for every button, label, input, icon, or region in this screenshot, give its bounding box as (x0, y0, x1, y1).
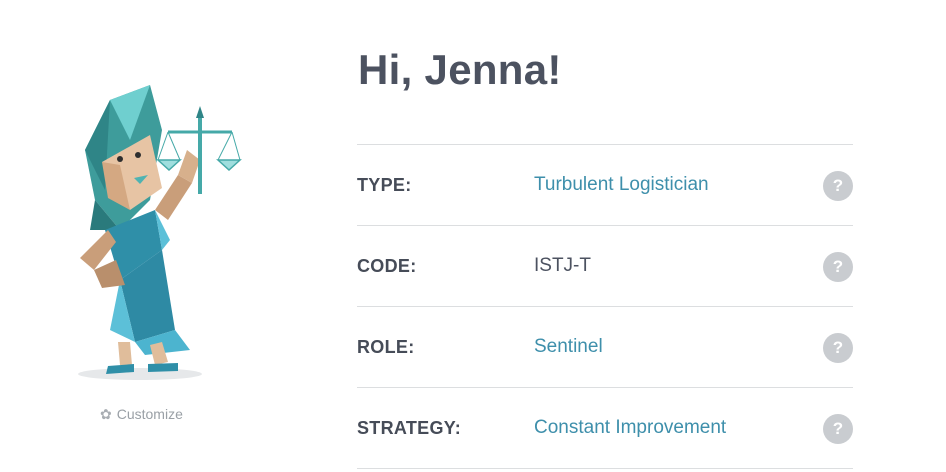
greeting-title: Hi, Jenna! (358, 46, 562, 93)
personality-table: TYPE: Turbulent Logistician ? CODE: ISTJ… (357, 144, 853, 469)
code-value: ISTJ-T (534, 255, 591, 276)
table-row-code: CODE: ISTJ-T ? (357, 226, 853, 307)
question-icon[interactable]: ? (823, 333, 853, 363)
row-label: CODE: (357, 255, 417, 276)
question-icon[interactable]: ? (823, 414, 853, 444)
strategy-value-link[interactable]: Constant Improvement (534, 417, 726, 439)
avatar-illustration (50, 80, 250, 380)
customize-link[interactable]: ✿ Customize (100, 406, 200, 422)
row-label: TYPE: (357, 174, 412, 195)
row-label: STRATEGY: (357, 417, 462, 438)
customize-label: Customize (116, 406, 183, 422)
table-row-strategy: STRATEGY: Constant Improvement ? (357, 388, 853, 469)
avatar-svg (78, 85, 242, 380)
row-label: ROLE: (357, 336, 415, 357)
table-row-type: TYPE: Turbulent Logistician ? (357, 145, 853, 226)
type-value-link[interactable]: Turbulent Logistician (534, 174, 709, 196)
question-icon[interactable]: ? (823, 171, 853, 201)
role-value-link[interactable]: Sentinel (534, 336, 603, 358)
question-icon[interactable]: ? (823, 252, 853, 282)
gear-icon: ✿ (100, 406, 112, 422)
table-row-role: ROLE: Sentinel ? (357, 307, 853, 388)
